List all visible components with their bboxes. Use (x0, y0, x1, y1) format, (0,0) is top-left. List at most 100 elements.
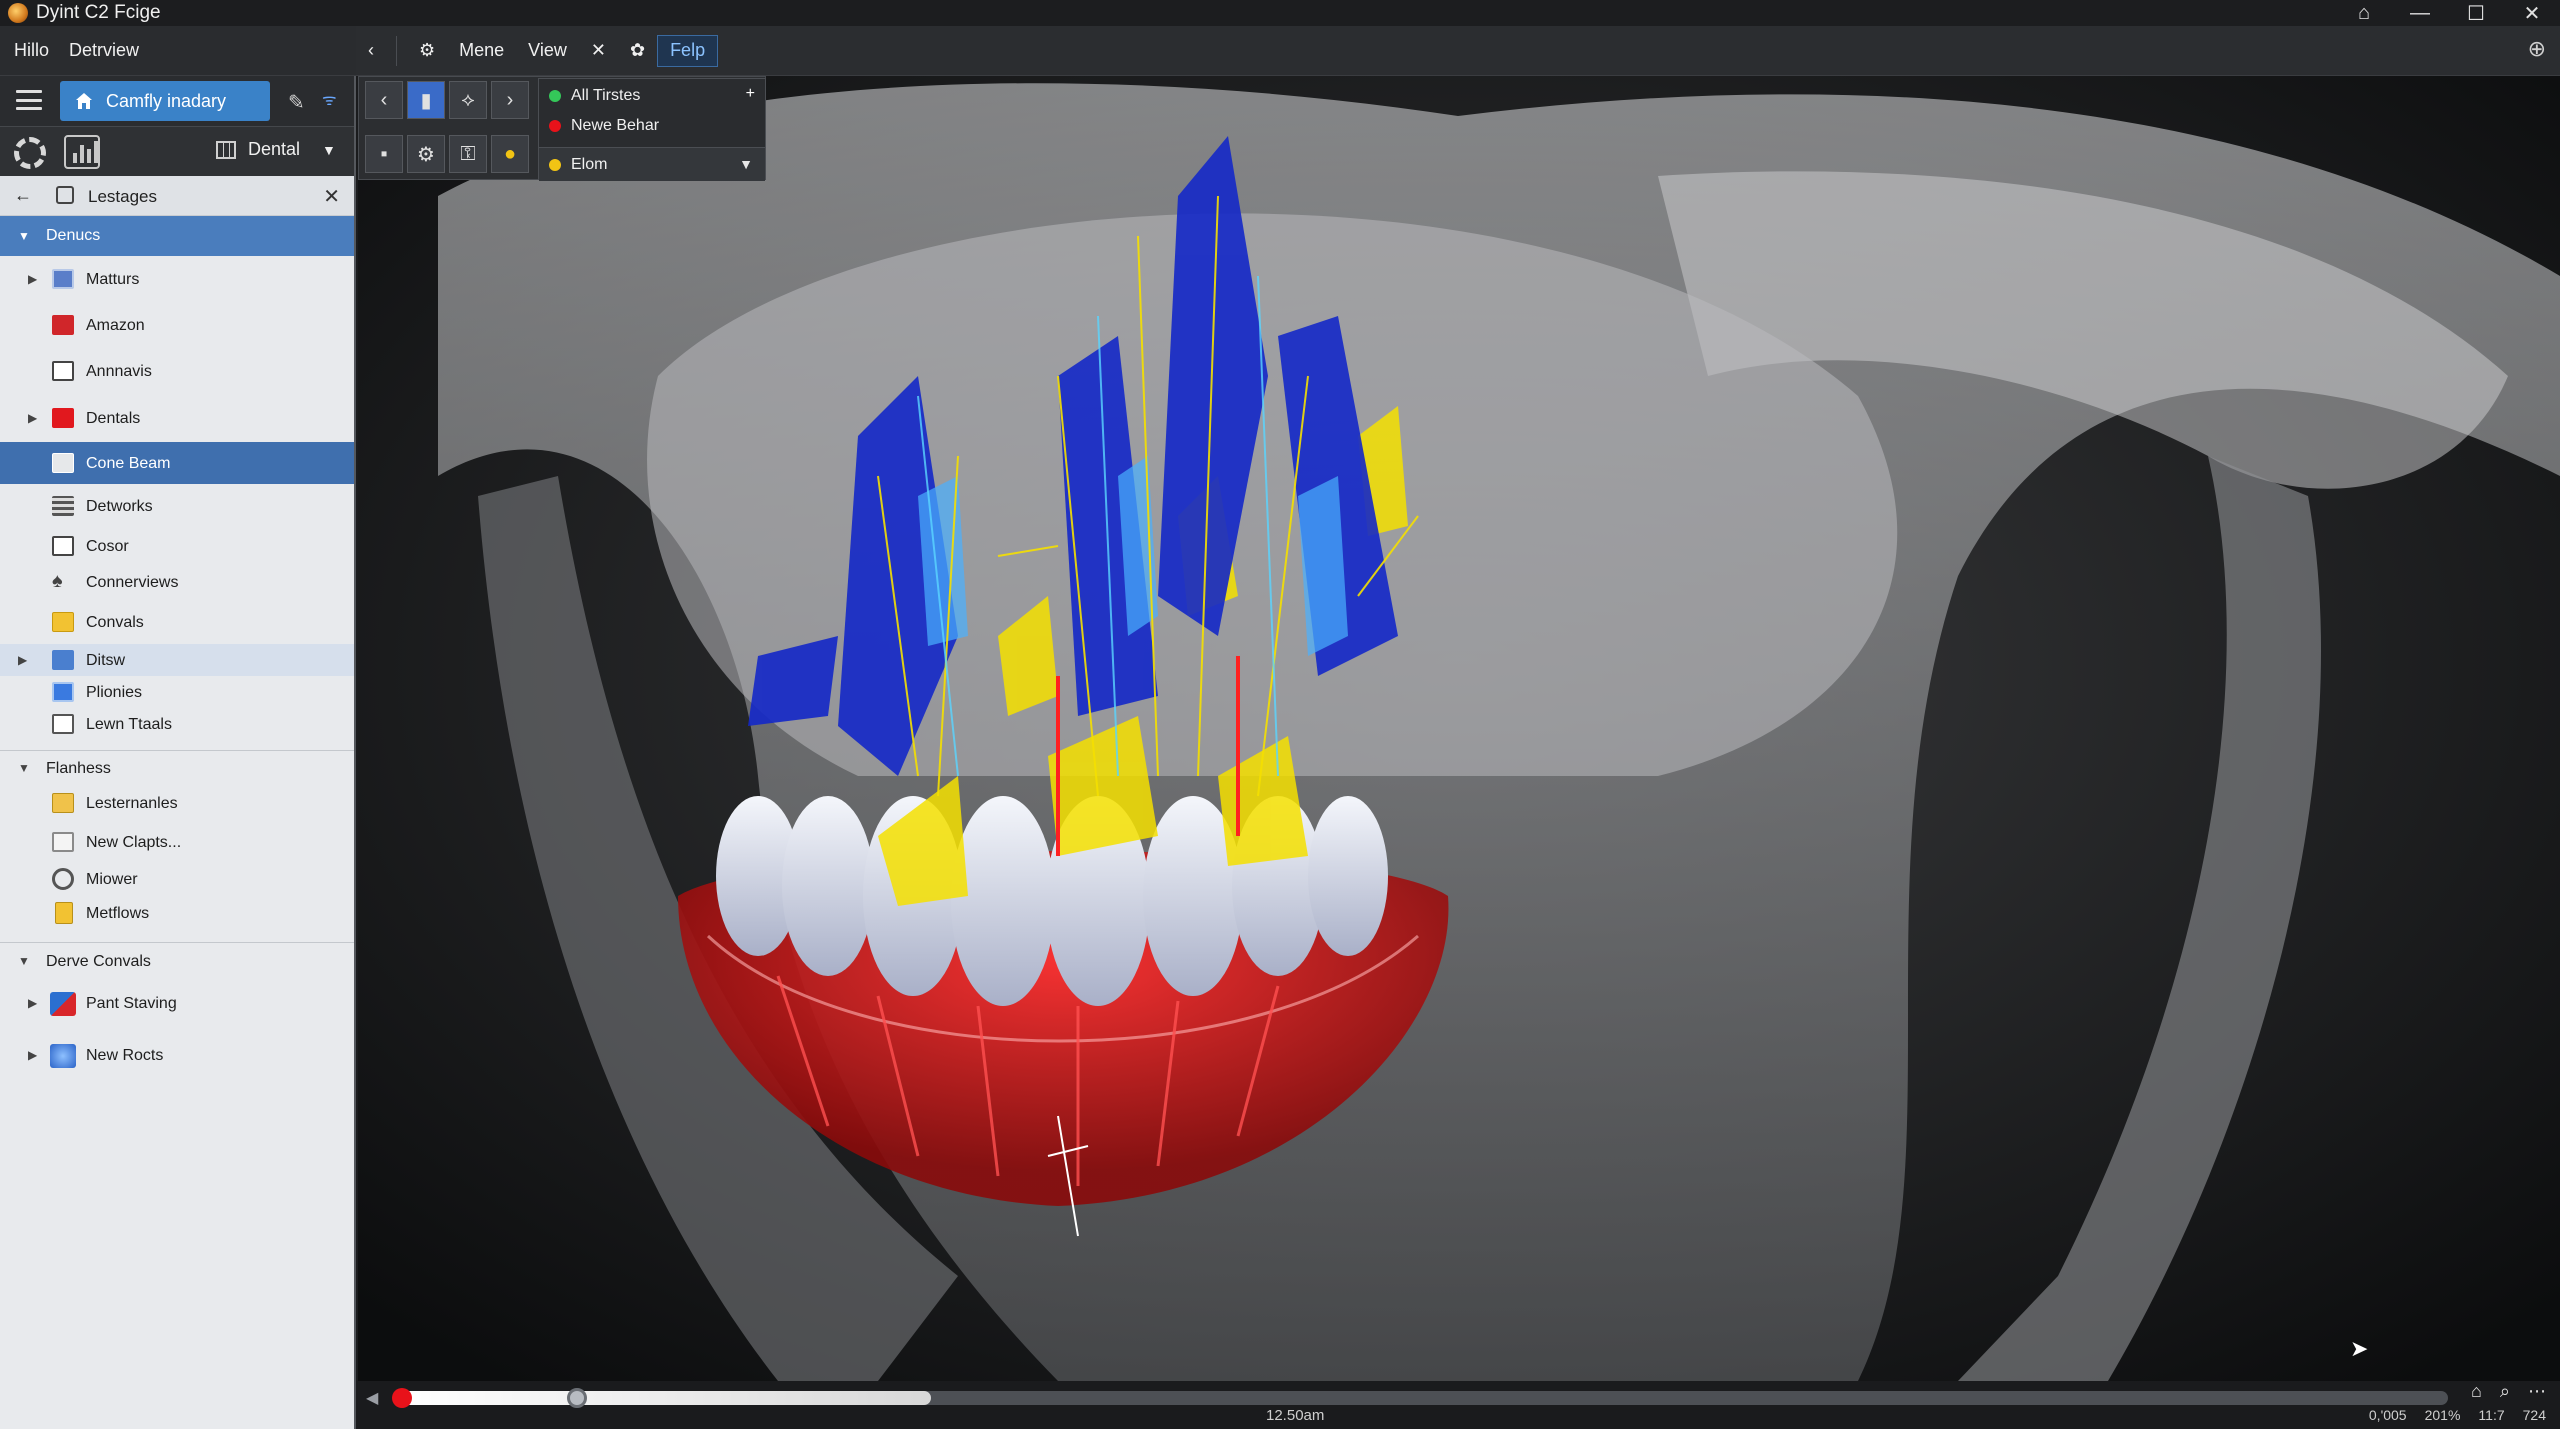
tree-label: Annnavis (86, 363, 152, 380)
back-icon[interactable]: ‹ (356, 34, 386, 68)
chart-icon (50, 992, 76, 1016)
timeline-thumb[interactable] (567, 1388, 587, 1408)
page-icon (52, 714, 74, 734)
breadcrumb-label: Lestages (88, 187, 157, 206)
menu-detrview[interactable]: Detrview (69, 40, 139, 61)
red-square-icon (52, 408, 74, 428)
tree-label: Plionies (86, 684, 143, 701)
layer-option-all[interactable]: All Tirstes (549, 87, 640, 105)
more-icon[interactable]: ⋯ (2528, 1381, 2546, 1402)
tree-item-matturs[interactable]: ▶ Matturs (0, 256, 354, 302)
maximize-button[interactable]: ☐ (2448, 0, 2504, 26)
expand-arrow-icon: ▼ (18, 954, 30, 968)
tree-label: Flanhess (46, 760, 111, 777)
selected-layer: Elom (549, 156, 607, 174)
tree-item-new-clapts[interactable]: New Clapts... (0, 822, 354, 862)
home-tab-label: Camfly inadary (106, 90, 227, 111)
expand-arrow-icon: ▼ (18, 229, 30, 243)
tree-item-metflows[interactable]: Metflows (0, 896, 354, 930)
minimize-button[interactable]: — (2392, 0, 2448, 26)
menu-felp[interactable]: Felp (657, 34, 719, 67)
tree-item-amazon[interactable]: Amazon (0, 302, 354, 348)
bar-chart-icon[interactable] (64, 135, 100, 169)
tree-item-ditsw[interactable]: ▶ Ditsw (0, 644, 354, 676)
tree-section-denucs[interactable]: ▼ Denucs (0, 216, 354, 256)
pin-icon[interactable]: ✎ (288, 90, 305, 115)
tree-item-cosor[interactable]: Cosor (0, 528, 354, 564)
globe-icon (50, 1044, 76, 1068)
tree-item-new-rocts[interactable]: ▶ New Rocts (0, 1030, 354, 1082)
tree-label: Derve Convals (46, 953, 151, 970)
tree-label: Cosor (86, 538, 129, 555)
house-icon (76, 93, 92, 109)
top-toolbar: ‹ ⚙ Mene View ✕ ✿ Felp ⊕ (356, 26, 2560, 76)
close-button[interactable]: ✕ (2504, 0, 2560, 26)
tree-item-convals[interactable]: Convals (0, 600, 354, 644)
signal-icon[interactable]: ᯤ (322, 88, 337, 110)
tree-item-connerviews[interactable]: ♠ Connerviews (0, 564, 354, 600)
expand-arrow-icon: ▶ (28, 411, 38, 425)
target-settings-icon[interactable]: ⊕ (2528, 36, 2546, 62)
prev-icon[interactable]: ‹ (365, 81, 403, 119)
mode-dropdown[interactable]: Dental ▼ (216, 139, 336, 160)
zoom-icon[interactable]: ⌕ (2500, 1381, 2510, 1402)
tree-section-flanhess[interactable]: ▼ Flanhess (0, 750, 354, 784)
menu-view[interactable]: View (516, 34, 579, 68)
breadcrumb: ← Lestages ✕ (0, 176, 354, 216)
tree-item-lesternanles[interactable]: Lesternanles (0, 784, 354, 822)
tree-label: Convals (86, 614, 144, 631)
gear-icon[interactable]: ⚙ (407, 34, 447, 68)
tree-item-annnavis[interactable]: Annnavis (0, 348, 354, 394)
home-tab[interactable]: Camfly inadary (60, 81, 270, 121)
expand-arrow-icon: ▶ (28, 996, 38, 1010)
record-dot-icon[interactable] (392, 1388, 412, 1408)
screenshot-icon[interactable]: ▪ (365, 135, 403, 173)
green-dot-icon (549, 90, 561, 102)
close-tab-icon[interactable]: ✕ (579, 34, 618, 68)
home-view-icon[interactable]: ⌂ (2471, 1381, 2482, 1402)
menu-mene[interactable]: Mene (447, 34, 516, 68)
expand-arrow-icon: ▶ (28, 272, 38, 286)
menu-hillo[interactable]: Hillo (14, 40, 49, 61)
tree-item-pant-staving[interactable]: ▶ Pant Staving (0, 978, 354, 1030)
close-panel-icon[interactable]: ✕ (323, 184, 340, 209)
settings-gear-icon[interactable] (14, 137, 46, 169)
add-icon[interactable]: + (746, 85, 755, 103)
lock-tool-icon[interactable]: ⚿ (449, 135, 487, 173)
home-icon[interactable]: ⌂ (2336, 0, 2392, 26)
back-arrow-icon[interactable]: ← (14, 185, 32, 206)
red-box-icon (52, 315, 74, 335)
stat-time: 11:7 (2478, 1407, 2505, 1423)
tree-item-detworks[interactable]: Detworks (0, 484, 354, 528)
stat-count: 724 (2522, 1407, 2546, 1423)
window-icon (52, 536, 74, 556)
view-buttons: ⌂ ⌕ ⋯ (2471, 1381, 2546, 1402)
tree-item-plionies[interactable]: Plionies (0, 676, 354, 708)
layer-select[interactable]: Elom ▼ (539, 147, 765, 181)
tree-item-dentals[interactable]: ▶ Dentals (0, 394, 354, 442)
document-icon (52, 453, 74, 473)
tree-label: Detworks (86, 498, 153, 515)
tree-label: Lesternanles (86, 795, 178, 812)
hamburger-icon[interactable] (16, 90, 42, 110)
tree-icon: ♠ (52, 570, 63, 592)
tree-item-cone-beam[interactable]: Cone Beam (0, 442, 354, 484)
select-tool-icon[interactable]: ▮ (407, 81, 445, 119)
yellow-doc-icon (55, 902, 73, 924)
settings-cog-icon[interactable]: ✿ (618, 34, 657, 68)
layer-option-newe[interactable]: Newe Behar (549, 117, 659, 135)
yellow-folder-icon (52, 612, 74, 632)
next-icon[interactable]: › (491, 81, 529, 119)
tree-item-lewn-ttaals[interactable]: Lewn Ttaals (0, 708, 354, 740)
timeline-progress (398, 1391, 931, 1405)
info-icon[interactable]: ● (491, 135, 529, 173)
tree-section-derve-convals[interactable]: ▼ Derve Convals (0, 942, 354, 978)
toolbar-divider (396, 35, 397, 66)
tree-item-miower[interactable]: Miower (0, 862, 354, 896)
rewind-icon[interactable]: ◀ (366, 1388, 378, 1408)
gear-icon[interactable]: ⚙ (407, 135, 445, 173)
rotate-tool-icon[interactable]: ⟡ (449, 81, 487, 119)
expand-arrow-icon: ▶ (28, 1048, 38, 1062)
3d-viewport[interactable] (358, 76, 2560, 1381)
red-dot-icon (549, 120, 561, 132)
